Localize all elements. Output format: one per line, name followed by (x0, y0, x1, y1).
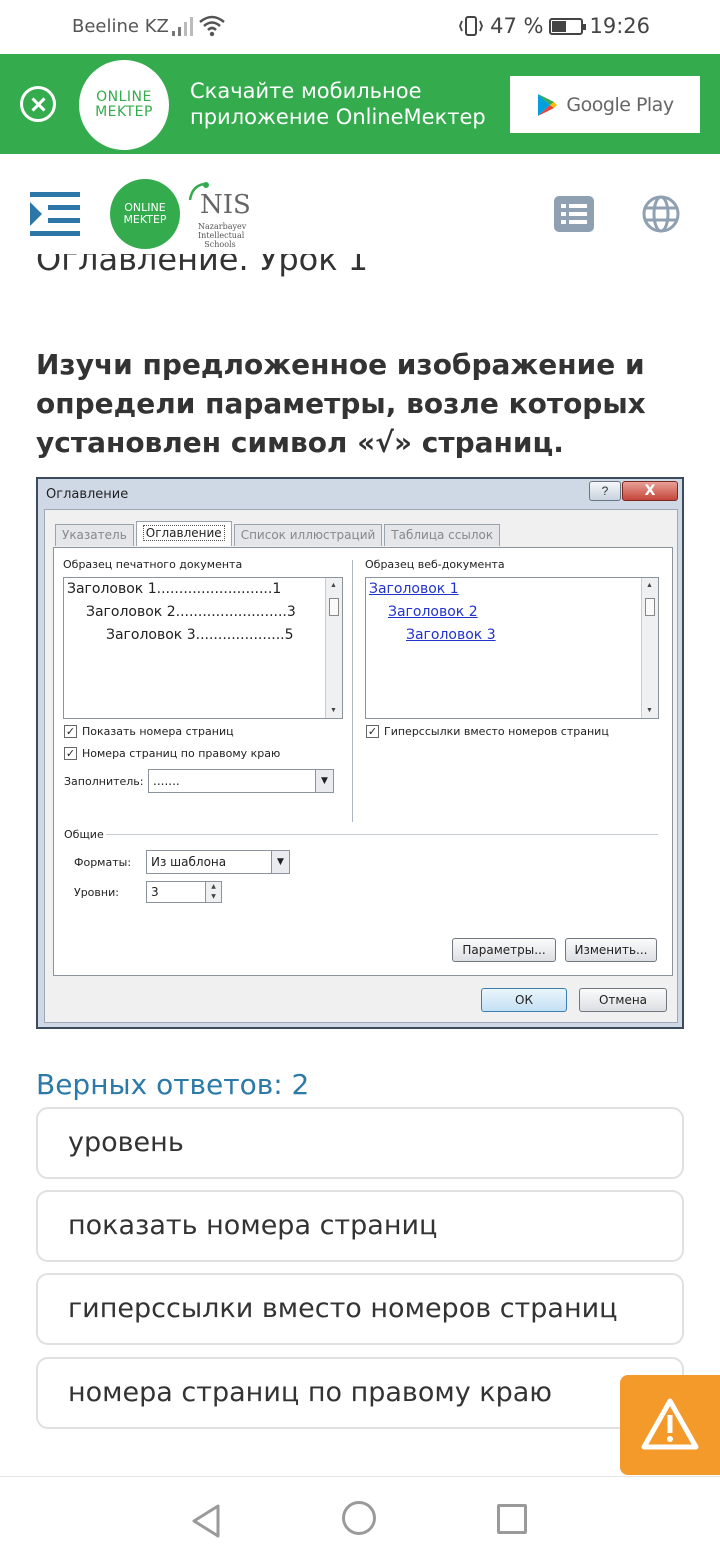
banner-text-line1: Скачайте мобильное (190, 79, 422, 103)
online-mektep-logo: ONLINE MEKTEP (79, 60, 169, 150)
warning-icon (641, 1398, 699, 1450)
menu-toggle-icon[interactable] (30, 190, 80, 238)
right-align-numbers-label: Номера страниц по правому краю (82, 747, 281, 760)
answer-option[interactable]: номера страниц по правому краю (36, 1357, 684, 1429)
web-preview-link: Заголовок 2 (388, 604, 478, 620)
tab-panel: Образец печатного документа Заголовок 1.… (53, 547, 673, 976)
general-label: Общие (64, 828, 108, 841)
recent-apps-icon[interactable] (497, 1504, 527, 1534)
home-icon[interactable] (342, 1501, 376, 1535)
cancel-button: Отмена (579, 988, 667, 1012)
print-preview-label: Образец печатного документа (63, 558, 243, 571)
print-preview: Заголовок 1..........................1 З… (63, 577, 343, 719)
battery-icon (549, 17, 587, 35)
check-mark-icon: ✓ (366, 725, 379, 738)
formats-label: Форматы: (74, 856, 132, 869)
modify-button: Изменить... (565, 938, 657, 962)
levels-value: 3 (151, 885, 159, 899)
tab-index: Указатель (55, 524, 134, 546)
params-button: Параметры... (452, 938, 556, 962)
carrier-name: Beeline KZ (72, 16, 169, 37)
right-align-numbers-checkbox: ✓ Номера страниц по правому краю (64, 747, 280, 760)
status-bar: Beeline KZ 47 % 19:26 (0, 0, 720, 54)
scrollbar: ▲ ▼ (325, 578, 342, 718)
logo-line2: MEKTEP (95, 104, 153, 120)
tab-authorities: Таблица ссылок (384, 524, 501, 546)
filler-label: Заполнитель: (64, 775, 144, 788)
question-text: Изучи предложенное изображение и определ… (36, 348, 646, 459)
google-play-icon (538, 93, 558, 116)
tab-figures: Список иллюстраций (233, 524, 383, 546)
ok-button: ОК (481, 988, 567, 1012)
show-page-numbers-checkbox: ✓ Показать номера страниц (64, 725, 234, 738)
web-preview-link: Заголовок 1 (369, 581, 459, 597)
close-icon[interactable] (20, 86, 56, 122)
system-nav-bar (0, 1476, 720, 1560)
hyperlinks-checkbox: ✓ Гиперссылки вместо номеров страниц (366, 725, 609, 738)
web-preview: Заголовок 1 Заголовок 2 Заголовок 3 ▲ ▼ (365, 577, 659, 719)
vibrate-icon (459, 16, 484, 36)
google-play-label: Google Play (566, 93, 674, 116)
scrollbar: ▲ ▼ (641, 578, 658, 718)
hyperlinks-label: Гиперссылки вместо номеров страниц (384, 725, 609, 738)
check-mark-icon: ✓ (64, 747, 77, 760)
app-download-banner: ONLINE MEKTEP Скачайте мобильное приложе… (0, 54, 720, 154)
battery-percent: 47 % (490, 14, 544, 38)
battery-level (552, 20, 567, 32)
levels-label: Уровни: (74, 886, 119, 899)
google-play-button[interactable]: Google Play (510, 76, 700, 133)
answer-option[interactable]: уровень (36, 1107, 684, 1179)
correct-answers-count: Верных ответов: 2 (36, 1068, 310, 1101)
toc-dialog-image: Оглавление ? X Указатель Оглавление Спис… (36, 477, 684, 1029)
general-divider (106, 834, 658, 835)
print-preview-line: Заголовок 3....................5 (106, 627, 294, 643)
dialog-title: Оглавление (46, 487, 129, 502)
online-mektep-logo[interactable]: ONLINE MEKTEP (110, 179, 180, 249)
logo-line2: MEKTEP (123, 213, 167, 226)
print-preview-line: Заголовок 1..........................1 (67, 581, 282, 597)
banner-text: Скачайте мобильное приложение OnlineMeкт… (190, 78, 486, 130)
show-page-numbers-label: Показать номера страниц (82, 725, 234, 738)
print-preview-line: Заголовок 2.........................3 (86, 604, 296, 620)
chevron-down-icon: ▼ (315, 770, 333, 792)
vertical-divider (352, 560, 353, 822)
nis-logo: NIS Nazarbayev Intellectual Schools (184, 180, 254, 250)
tab-toc-label: Оглавление (142, 525, 225, 541)
help-button: ? (589, 481, 621, 501)
web-preview-label: Образец веб-документа (365, 558, 505, 571)
nis-subtitle: Nazarbayev Intellectual Schools (198, 222, 247, 249)
clock: 19:26 (589, 14, 650, 38)
dialog-body: Указатель Оглавление Список иллюстраций … (44, 509, 678, 1023)
levels-stepper: 3 ▲ ▼ (146, 881, 222, 903)
chevron-down-icon: ▼ (271, 851, 289, 873)
list-icon[interactable] (554, 196, 594, 232)
web-preview-link: Заголовок 3 (406, 627, 496, 643)
status-right: 47 % 19:26 (458, 14, 650, 38)
answer-option[interactable]: гиперссылки вместо номеров страниц (36, 1273, 684, 1345)
report-problem-button[interactable] (620, 1375, 720, 1475)
wifi-icon (199, 15, 225, 37)
check-mark-icon: ✓ (64, 725, 77, 738)
globe-icon[interactable] (642, 195, 680, 233)
formats-select: Из шаблона ▼ (146, 850, 290, 874)
back-icon[interactable] (190, 1503, 222, 1539)
formats-value: Из шаблона (151, 855, 227, 869)
banner-text-line2: приложение OnlineMeктep (190, 105, 486, 129)
site-header: ONLINE MEKTEP NIS Nazarbayev Intellectua… (0, 154, 720, 254)
nis-logo-text: NIS (200, 190, 251, 220)
dialog-close-button: X (622, 481, 678, 501)
tab-toc: Оглавление (135, 521, 232, 546)
answer-option[interactable]: показать номера страниц (36, 1190, 684, 1262)
signal-icon (172, 17, 193, 36)
dialog-tabs: Указатель Оглавление Список иллюстраций … (55, 521, 501, 546)
filler-value: ....... (153, 774, 180, 788)
spin-arrows-icon: ▲ ▼ (205, 882, 221, 902)
logo-line1: ONLINE (96, 89, 152, 105)
filler-select: ....... ▼ (148, 769, 334, 793)
